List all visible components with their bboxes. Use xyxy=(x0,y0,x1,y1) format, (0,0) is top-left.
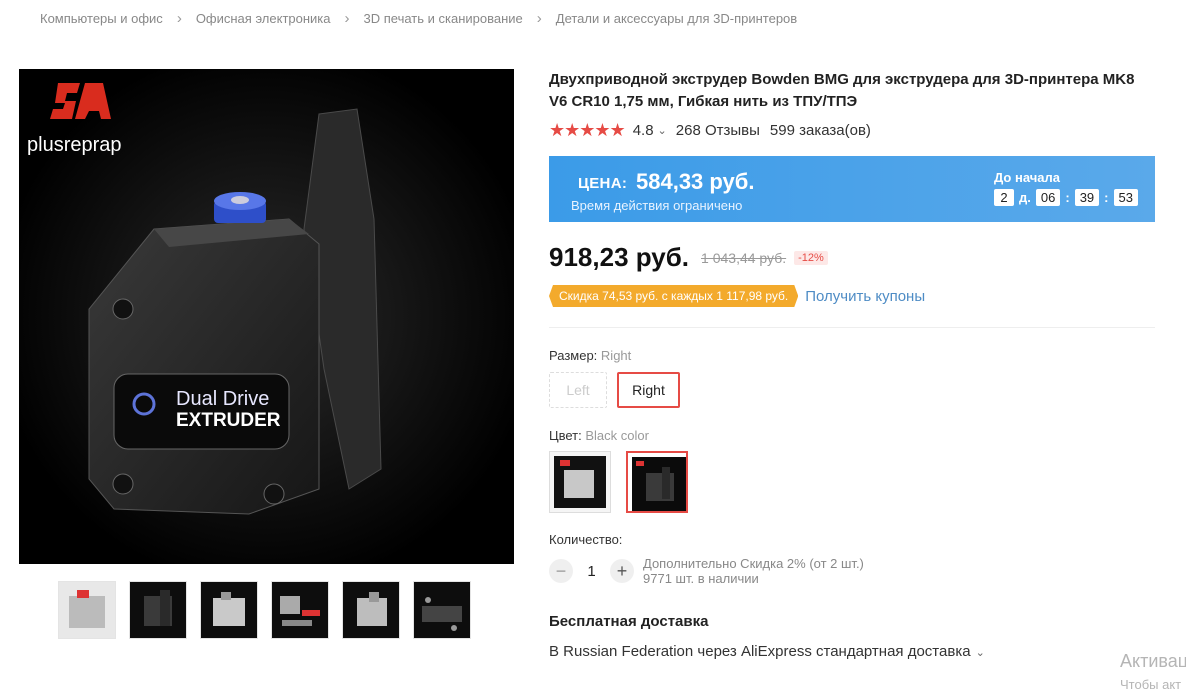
size-selected-value: Right xyxy=(600,348,632,363)
thumbnail-4[interactable] xyxy=(271,581,329,639)
svg-text:plusreprap: plusreprap xyxy=(27,134,122,156)
chevron-right-icon: › xyxy=(176,10,182,27)
quantity-stepper: − 1 + Дополнительно Скидка 2% (от 2 шт.)… xyxy=(549,556,1155,586)
image-label-dual-drive: Dual Drive xyxy=(176,388,269,410)
quantity-info: Дополнительно Скидка 2% (от 2 шт.) 9771 … xyxy=(643,556,864,586)
thumbnail-2[interactable] xyxy=(129,581,187,639)
activation-watermark-sub: Чтобы акт xyxy=(1120,677,1182,692)
breadcrumb-item-computers[interactable]: Компьютеры и офис xyxy=(40,11,163,26)
promo-price-banner: ЦЕНА: 584,33 руб. Время действия огранич… xyxy=(549,156,1155,222)
countdown-seconds: 53 xyxy=(1113,189,1138,206)
countdown-label: До начала xyxy=(994,170,1060,185)
chevron-down-icon[interactable]: ⌄ xyxy=(976,647,985,659)
countdown-hours: 06 xyxy=(1035,189,1061,206)
star-icon: ★★★★★ xyxy=(549,120,626,140)
price-row: 918,23 руб. 1 043,44 руб. -12% xyxy=(549,242,1155,273)
coupon-tag[interactable]: Скидка 74,53 руб. с каждых 1 117,98 руб. xyxy=(549,285,798,307)
reviews-count[interactable]: 268 Отзывы xyxy=(676,122,760,139)
color-option-silver[interactable] xyxy=(549,451,611,513)
coupon-row: Скидка 74,53 руб. с каждых 1 117,98 руб.… xyxy=(549,285,1155,307)
size-label: Размер: Right xyxy=(549,348,632,363)
countdown-minutes: 39 xyxy=(1074,189,1100,206)
product-info: Двухприводной экструдер Bowden BMG для э… xyxy=(549,69,1155,660)
color-label: Цвет: Black color xyxy=(549,428,649,443)
old-price: 1 043,44 руб. xyxy=(701,249,787,266)
activation-watermark: Активаци xyxy=(1120,651,1186,671)
thumbnail-strip xyxy=(58,581,471,639)
chevron-right-icon: › xyxy=(344,10,350,27)
breadcrumb: Компьютеры и офис › Офисная электроника … xyxy=(40,10,797,27)
color-selected-value: Black color xyxy=(585,428,649,443)
chevron-down-icon[interactable]: ⌄ xyxy=(658,124,667,137)
plusreprap-logo: plusreprap xyxy=(27,83,122,156)
size-option-right[interactable]: Right xyxy=(617,372,680,408)
breadcrumb-item-office-electronics[interactable]: Офисная электроника xyxy=(196,11,331,26)
countdown-days: 2 xyxy=(994,189,1014,206)
rating-value[interactable]: 4.8 xyxy=(633,122,654,139)
thumbnail-3[interactable] xyxy=(200,581,258,639)
promo-label: ЦЕНА: xyxy=(578,175,628,192)
main-product-image[interactable]: Dual Drive EXTRUDER plusreprap xyxy=(19,69,514,564)
divider xyxy=(549,327,1155,328)
get-coupons-link[interactable]: Получить купоны xyxy=(805,288,925,305)
chevron-right-icon: › xyxy=(536,10,542,27)
breadcrumb-item-3d-parts[interactable]: Детали и аксессуары для 3D-принтеров xyxy=(556,11,797,26)
countdown-days-unit: д. xyxy=(1019,190,1031,205)
product-title: Двухприводной экструдер Bowden BMG для э… xyxy=(549,71,1135,110)
rating-row: ★★★★★ 4.8 ⌄ 268 Отзывы 599 заказа(ов) xyxy=(549,120,1155,141)
promo-limited-text: Время действия ограничено xyxy=(571,198,743,213)
size-option-left[interactable]: Left xyxy=(549,372,607,408)
thumbnail-1[interactable] xyxy=(58,581,116,639)
quantity-plus-button[interactable]: + xyxy=(610,559,634,583)
size-options: Left Right xyxy=(549,372,1155,408)
quantity-label: Количество: xyxy=(549,532,623,547)
thumbnail-5[interactable] xyxy=(342,581,400,639)
orders-count: 599 заказа(ов) xyxy=(769,122,871,139)
shipping-title: Бесплатная доставка xyxy=(549,613,709,630)
shipping-detail[interactable]: В Russian Federation через AliExpress ст… xyxy=(549,643,1155,660)
image-label-extruder: EXTRUDER xyxy=(176,410,281,431)
breadcrumb-item-3d-printing[interactable]: 3D печать и сканирование xyxy=(364,11,523,26)
current-price: 918,23 руб. xyxy=(549,242,690,272)
quantity-input[interactable]: 1 xyxy=(573,563,610,580)
color-options xyxy=(549,451,1155,513)
discount-badge: -12% xyxy=(794,250,828,265)
promo-price: 584,33 руб. xyxy=(636,169,755,194)
color-option-black[interactable] xyxy=(626,451,688,513)
bulk-discount-text: Дополнительно Скидка 2% (от 2 шт.) xyxy=(643,556,864,571)
countdown-timer: 2 д. 06 : 39 : 53 xyxy=(994,189,1138,206)
stock-text: 9771 шт. в наличии xyxy=(643,571,759,586)
quantity-minus-button[interactable]: − xyxy=(549,559,573,583)
thumbnail-6[interactable] xyxy=(413,581,471,639)
